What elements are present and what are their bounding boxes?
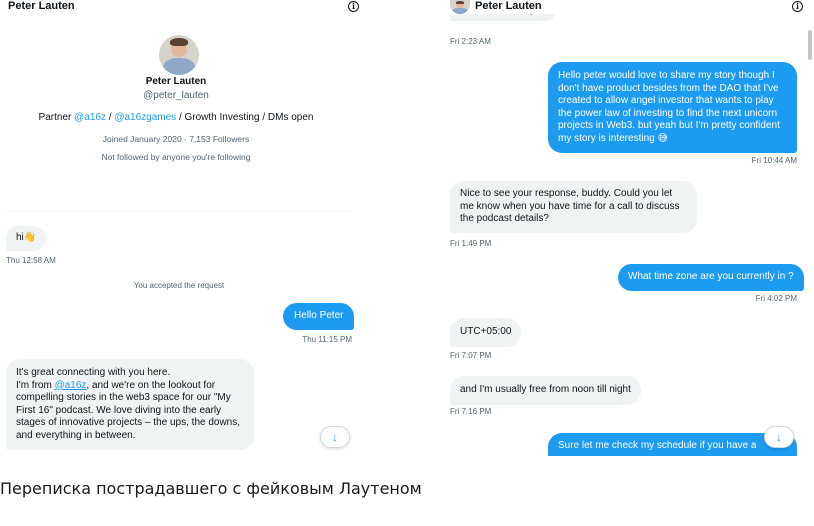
left-conversation-panel: Peter Lauten i Peter Lauten @peter_laute… (0, 0, 364, 456)
message-timestamp: Fri 7:07 PM (450, 351, 492, 360)
message-incoming: UTC+05:00 (450, 318, 522, 347)
message-text: compelling stories in the web3 space for… (16, 392, 241, 441)
profile-avatar[interactable] (159, 35, 199, 75)
message-outgoing: Hello Peter (283, 303, 355, 330)
conversation-header-name[interactable]: Peter Lauten (475, 0, 542, 12)
right-conversation-panel: love to hear from you Peter Lauten i Fri… (440, 0, 814, 456)
message-text: , and we're on the lookout for (86, 379, 216, 391)
system-message: You accepted the request (133, 281, 225, 290)
message-timestamp: Fri 10:44 AM (751, 156, 797, 165)
profile-followed-by: Not followed by anyone you're following (101, 152, 251, 162)
message-timestamp: Thu 12:58 AM (6, 256, 56, 265)
message-timestamp: Thu 11:15 PM (302, 335, 352, 344)
message-link-a16z[interactable]: @a16z (55, 380, 87, 391)
message-incoming: and I'm usually free from noon till nigh… (450, 376, 641, 405)
message-timestamp: Fri 4:02 PM (755, 294, 797, 303)
profile-name[interactable]: Peter Lauten (0, 76, 352, 87)
message-text: I'm from (16, 379, 55, 391)
avatar[interactable] (450, 0, 470, 14)
message-outgoing: What time zone are you currently in ? (618, 264, 804, 291)
arrow-down-icon[interactable]: ↓ (764, 426, 794, 448)
profile-divider (6, 211, 352, 212)
arrow-down-icon[interactable]: ↓ (320, 426, 350, 448)
message-line: It's great connecting with you here. (16, 367, 171, 378)
image-caption: Переписка пострадавшего с фейковым Лауте… (0, 479, 422, 498)
profile-joined: Joined January 2020 · 7,153 Followers (102, 134, 250, 144)
message-incoming: It's great connecting with you here. I'm… (6, 359, 254, 450)
profile-handle: @peter_lauten (143, 90, 209, 101)
bio-prefix: Partner (38, 112, 75, 123)
bio-suffix: / Growth Investing / DMs open (176, 112, 314, 123)
conversation-header-name[interactable]: Peter Lauten (8, 0, 75, 12)
scrollbar-thumb[interactable] (808, 30, 812, 60)
message-timestamp: Fri 7:16 PM (450, 407, 492, 416)
bio-link-a16z[interactable]: @a16z (74, 112, 106, 123)
info-icon[interactable]: i (792, 1, 803, 12)
info-icon[interactable]: i (348, 1, 359, 12)
message-incoming: hi👋 (6, 226, 47, 251)
message-outgoing: Hello peter would love to share my story… (548, 62, 797, 153)
message-outgoing: Sure let me check my schedule if you hav… (548, 433, 797, 456)
profile-bio: Partner @a16z / @a16zgames / Growth Inve… (0, 112, 352, 123)
message-timestamp: Fri 2:23 AM (450, 37, 491, 46)
bio-link-a16zgames[interactable]: @a16zgames (114, 112, 176, 123)
message-timestamp: Fri 1:49 PM (450, 239, 492, 248)
message-incoming: Nice to see your response, buddy. Could … (450, 181, 697, 233)
